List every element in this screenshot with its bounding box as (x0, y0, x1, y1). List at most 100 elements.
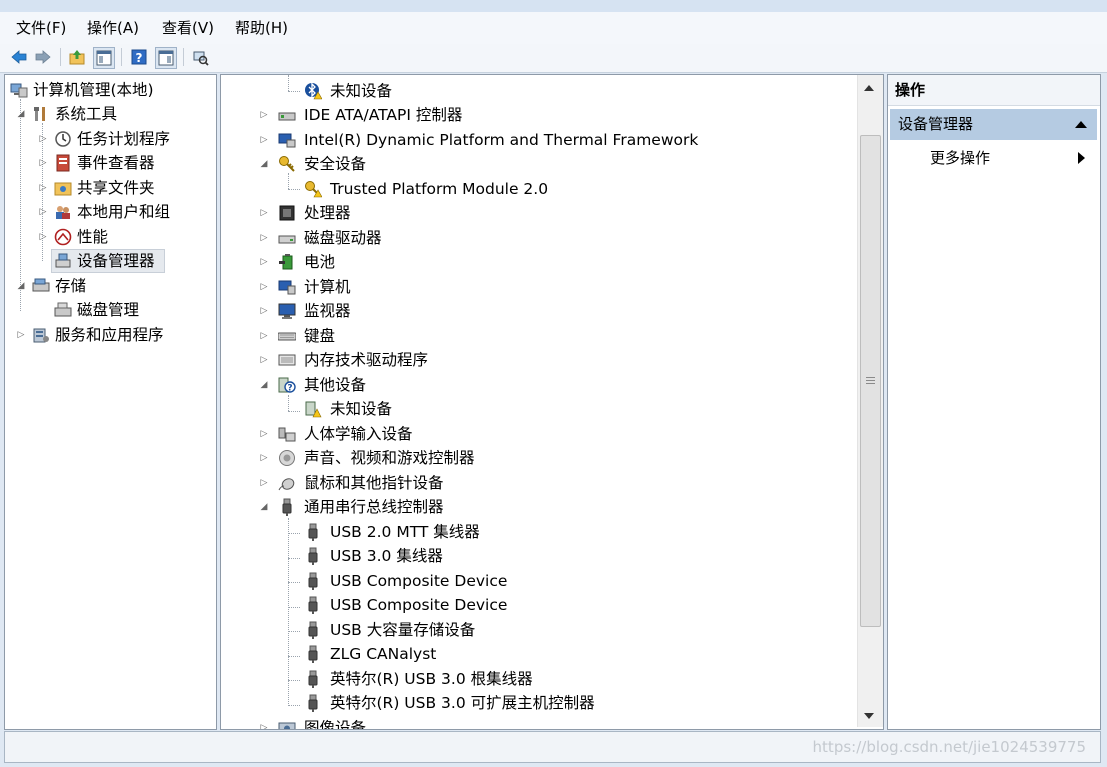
device-category-processor[interactable]: ▷ 处理器 (221, 202, 851, 224)
device-label: 计算机 (304, 278, 351, 296)
collapse-arrow-icon[interactable]: ◢ (259, 374, 269, 396)
expand-arrow-icon[interactable]: ▷ (38, 128, 48, 150)
collapse-arrow-icon[interactable]: ◢ (16, 103, 26, 125)
scroll-up-arrow-icon[interactable] (864, 85, 874, 91)
device-label: ZLG CANalyst (330, 645, 437, 663)
tree-item-device-manager[interactable]: 设备管理器 (5, 250, 216, 272)
collapse-arrow-icon[interactable]: ◢ (259, 153, 269, 175)
expand-arrow-icon[interactable]: ▷ (259, 276, 269, 298)
device-item-usb3-hub[interactable]: USB 3.0 集线器 (221, 545, 851, 567)
device-label: USB Composite Device (330, 596, 508, 614)
up-button[interactable] (67, 47, 87, 67)
device-item-usb-composite[interactable]: USB Composite Device (221, 594, 851, 616)
services-icon (32, 326, 50, 344)
mouse-icon (278, 474, 296, 492)
computer-icon (278, 278, 296, 296)
expand-arrow-icon[interactable]: ▷ (38, 177, 48, 199)
scroll-down-arrow-icon[interactable] (864, 713, 874, 719)
tree-item-storage[interactable]: ◢ 存储 (5, 275, 216, 297)
tree-item-disk-management[interactable]: 磁盘管理 (5, 299, 216, 321)
menu-action[interactable]: 操作(A) (85, 18, 141, 38)
tree-item-services-apps[interactable]: ▷ 服务和应用程序 (5, 324, 216, 346)
collapse-arrow-icon[interactable]: ◢ (16, 275, 26, 297)
device-category-disk-drives[interactable]: ▷ 磁盘驱动器 (221, 227, 851, 249)
expand-arrow-icon[interactable]: ▷ (38, 152, 48, 174)
device-category-battery[interactable]: ▷ 电池 (221, 251, 851, 273)
scrollbar-thumb[interactable] (860, 135, 881, 627)
collapse-triangle-icon[interactable] (1075, 121, 1087, 128)
expand-arrow-icon[interactable]: ▷ (259, 423, 269, 445)
device-item-usb-mass-storage[interactable]: USB 大容量存储设备 (221, 619, 851, 641)
device-category-memory-tech[interactable]: ▷ 内存技术驱动程序 (221, 349, 851, 371)
expand-arrow-icon[interactable]: ▷ (259, 300, 269, 322)
forward-button[interactable] (33, 47, 53, 67)
usb-icon (304, 621, 322, 639)
device-item-usb-hub-mtt[interactable]: USB 2.0 MTT 集线器 (221, 521, 851, 543)
device-item-usb-composite[interactable]: USB Composite Device (221, 570, 851, 592)
properties-button[interactable] (155, 47, 177, 69)
expand-arrow-icon[interactable]: ▷ (259, 251, 269, 273)
expand-arrow-icon[interactable]: ▷ (259, 472, 269, 494)
expand-arrow-icon[interactable]: ▷ (259, 717, 269, 729)
device-category-computer[interactable]: ▷ 计算机 (221, 276, 851, 298)
device-category-hid[interactable]: ▷ 人体学输入设备 (221, 423, 851, 445)
tree-item-task-scheduler[interactable]: ▷ 任务计划程序 (5, 128, 216, 150)
device-category-sound[interactable]: ▷ 声音、视频和游戏控制器 (221, 447, 851, 469)
expand-arrow-icon[interactable]: ▷ (259, 325, 269, 347)
actions-section-device-manager[interactable]: 设备管理器 (890, 109, 1097, 140)
usb-icon (304, 523, 322, 541)
device-item-unknown-device[interactable]: 未知设备 (221, 398, 851, 420)
expand-arrow-icon[interactable]: ▷ (259, 349, 269, 371)
device-category-security[interactable]: ◢ 安全设备 (221, 153, 851, 175)
back-button[interactable] (9, 47, 29, 67)
device-label: 监视器 (304, 302, 351, 320)
imaging-device-icon (278, 719, 296, 729)
expand-arrow-icon[interactable]: ▷ (259, 447, 269, 469)
expand-arrow-icon[interactable]: ▷ (38, 226, 48, 248)
tree-item-system-tools[interactable]: ◢ 系统工具 (5, 103, 216, 125)
expand-arrow-icon[interactable]: ▷ (259, 129, 269, 151)
other-devices-icon: ? (278, 376, 296, 394)
tree-item-label: 性能 (77, 228, 109, 246)
device-category-mice[interactable]: ▷ 鼠标和其他指针设备 (221, 472, 851, 494)
expand-arrow-icon[interactable]: ▷ (38, 201, 48, 223)
tree-item-label: 设备管理器 (77, 252, 155, 270)
show-hide-tree-button[interactable] (93, 47, 115, 69)
device-item-intel-usb3-xhci[interactable]: 英特尔(R) USB 3.0 可扩展主机控制器 (221, 692, 851, 714)
device-category-imaging[interactable]: ▷ 图像设备 (221, 717, 851, 729)
expand-arrow-icon[interactable]: ▷ (259, 227, 269, 249)
help-button[interactable]: ? (129, 47, 149, 67)
tree-item-event-viewer[interactable]: ▷ 事件查看器 (5, 152, 216, 174)
tree-item-label: 系统工具 (55, 105, 118, 123)
memory-device-icon (278, 351, 296, 369)
device-item-intel-usb3-root-hub[interactable]: 英特尔(R) USB 3.0 根集线器 (221, 668, 851, 690)
device-category-other-devices[interactable]: ◢ ? 其他设备 (221, 374, 851, 396)
scan-hardware-button[interactable] (190, 47, 210, 67)
tree-item-performance[interactable]: ▷ 性能 (5, 226, 216, 248)
device-category-ide[interactable]: ▷ IDE ATA/ATAPI 控制器 (221, 104, 851, 126)
bluetooth-warning-icon (304, 82, 322, 100)
device-category-intel-dptf[interactable]: ▷ Intel(R) Dynamic Platform and Thermal … (221, 129, 851, 151)
collapse-arrow-icon[interactable]: ◢ (259, 496, 269, 518)
tree-item-shared-folders[interactable]: ▷ 共享文件夹 (5, 177, 216, 199)
expand-arrow-icon[interactable]: ▷ (259, 104, 269, 126)
expand-arrow-icon[interactable]: ▷ (259, 202, 269, 224)
tree-item-label: 事件查看器 (77, 154, 155, 172)
vertical-scrollbar[interactable] (857, 75, 883, 727)
device-item-unknown-bluetooth[interactable]: 未知设备 (221, 80, 851, 102)
device-tree-pane[interactable]: 未知设备 ▷ IDE ATA/ATAPI 控制器 ▷ Intel(R) Dyna… (220, 74, 884, 730)
device-item-tpm[interactable]: Trusted Platform Module 2.0 (221, 178, 851, 200)
device-category-usb-controllers[interactable]: ◢ 通用串行总线控制器 (221, 496, 851, 518)
menu-help[interactable]: 帮助(H) (233, 18, 290, 38)
submenu-arrow-icon[interactable] (1078, 152, 1085, 164)
tree-item-computer-management[interactable]: 计算机管理(本地) (5, 79, 216, 101)
device-category-keyboards[interactable]: ▷ 键盘 (221, 325, 851, 347)
menu-file[interactable]: 文件(F) (14, 18, 68, 38)
console-tree-pane[interactable]: 计算机管理(本地) ◢ 系统工具 ▷ 任务计划程序 ▷ 事件查看器 ▷ 共享文件… (4, 74, 217, 730)
more-actions-link[interactable]: 更多操作 (930, 147, 990, 169)
device-category-monitors[interactable]: ▷ 监视器 (221, 300, 851, 322)
menu-view[interactable]: 查看(V) (160, 18, 216, 38)
expand-arrow-icon[interactable]: ▷ (16, 324, 26, 346)
tree-item-local-users[interactable]: ▷ 本地用户和组 (5, 201, 216, 223)
device-item-zlg-canalyst[interactable]: ZLG CANalyst (221, 643, 851, 665)
